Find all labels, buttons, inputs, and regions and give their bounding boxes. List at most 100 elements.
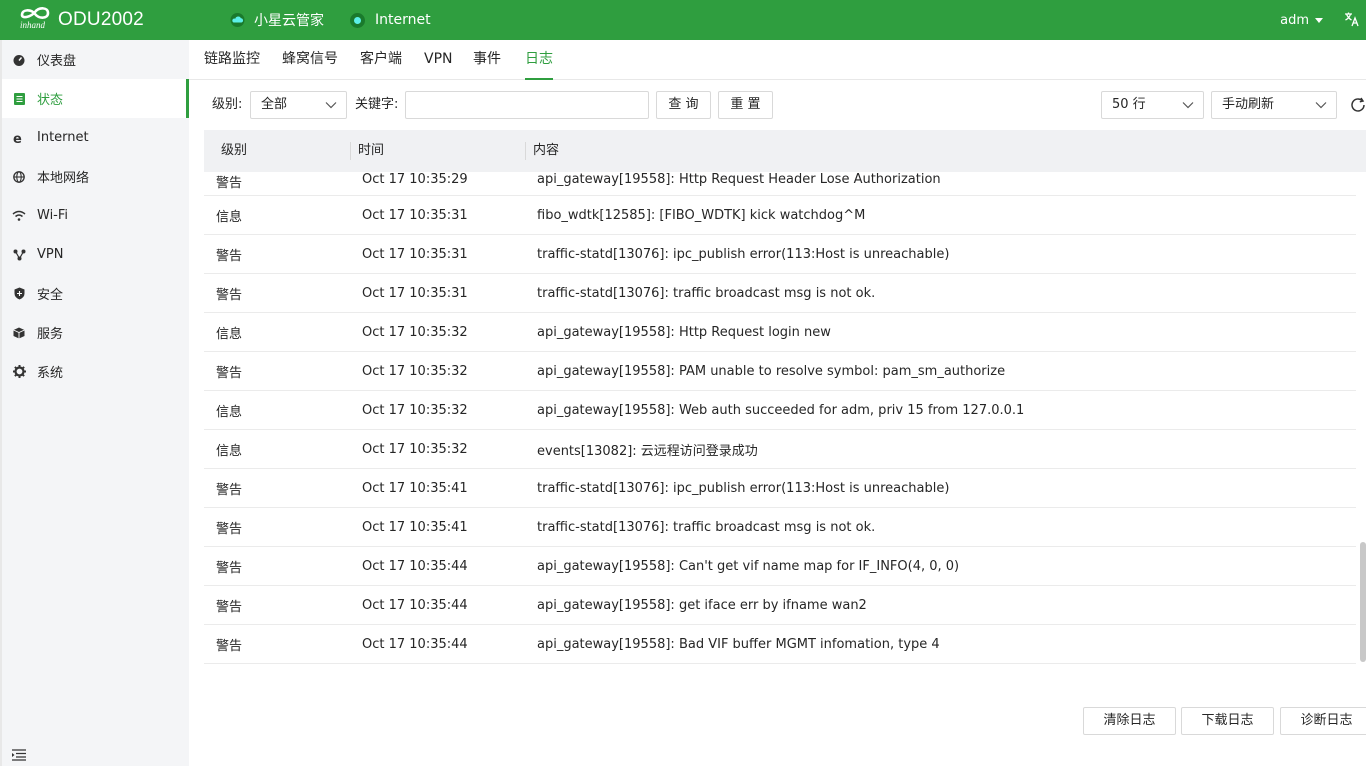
cell-level: 信息 <box>216 326 243 342</box>
diagnose-log-button[interactable]: 诊断日志 <box>1280 707 1366 735</box>
collapse-menu-icon[interactable] <box>12 746 26 761</box>
column-header-time: 时间 <box>358 143 385 158</box>
sidebar: 仪表盘 状态 e Internet 本地网络 Wi-Fi VPN 安全 服务 系… <box>0 40 189 766</box>
cloud-icon <box>230 13 245 27</box>
clear-log-button[interactable]: 清除日志 <box>1083 707 1176 735</box>
table-row: 警告 Oct 17 10:35:31 traffic-statd[13076]: i… <box>204 235 1356 274</box>
tab-cellular-signal[interactable]: 蜂窝信号 <box>282 40 338 80</box>
table-row: 警告 Oct 17 10:35:41 traffic-statd[13076]: t… <box>204 508 1356 547</box>
table-row: 警告 Oct 17 10:35:29 api_gateway[19558]: Htt… <box>204 172 1356 196</box>
cell-content: traffic-statd[13076]: ipc_publish error(… <box>537 246 950 262</box>
sidebar-item-services[interactable]: 服务 <box>2 313 189 352</box>
sidebar-item-vpn[interactable]: VPN <box>2 235 189 274</box>
sidebar-item-label: 仪表盘 <box>37 54 77 69</box>
status-tabs: 链路监控 蜂窝信号 客户端 VPN 事件 日志 <box>189 40 1366 80</box>
cell-level: 信息 <box>216 404 243 420</box>
cell-level: 警告 <box>216 560 243 576</box>
table-row: 信息 Oct 17 10:35:32 api_gateway[19558]: Web… <box>204 391 1356 430</box>
column-divider <box>350 142 351 160</box>
caret-down-icon <box>1315 17 1323 23</box>
tab-vpn[interactable]: VPN <box>424 40 453 80</box>
internet-status-label: Internet <box>375 12 431 28</box>
tab-logs[interactable]: 日志 <box>525 40 553 80</box>
sidebar-item-local-network[interactable]: 本地网络 <box>2 157 189 196</box>
chevron-down-icon <box>325 102 337 109</box>
column-header-content: 内容 <box>533 143 560 158</box>
sidebar-item-dashboard[interactable]: 仪表盘 <box>2 40 189 79</box>
sidebar-item-wifi[interactable]: Wi-Fi <box>2 196 189 235</box>
column-header-level: 级别 <box>221 143 248 158</box>
keyword-input[interactable] <box>405 91 649 119</box>
cell-level: 警告 <box>216 599 243 615</box>
sidebar-item-internet[interactable]: e Internet <box>2 118 189 157</box>
cell-level: 警告 <box>216 176 243 191</box>
table-row: 警告 Oct 17 10:35:41 traffic-statd[13076]: i… <box>204 469 1356 508</box>
shield-icon <box>12 287 26 301</box>
refresh-mode-value: 手动刷新 <box>1222 97 1275 112</box>
sidebar-item-label: 系统 <box>37 366 64 381</box>
tab-link-monitor[interactable]: 链路监控 <box>204 40 260 80</box>
inhand-logo: inhand <box>18 6 54 34</box>
globe-icon <box>12 170 26 184</box>
sidebar-item-system[interactable]: 系统 <box>2 352 189 391</box>
reset-button[interactable]: 重 置 <box>718 91 773 119</box>
internet-status-icon <box>350 12 365 28</box>
sidebar-item-status[interactable]: 状态 <box>2 79 189 118</box>
cell-time: Oct 17 10:35:31 <box>362 285 468 301</box>
table-row: 警告 Oct 17 10:35:44 api_gateway[19558]: get… <box>204 586 1356 625</box>
cell-content: events[13082]: 云远程访问登录成功 <box>537 443 758 459</box>
cloud-manager-label: 小星云管家 <box>254 13 324 29</box>
cell-time: Oct 17 10:35:32 <box>362 402 468 418</box>
cell-level: 警告 <box>216 638 243 654</box>
cell-level: 警告 <box>216 482 243 498</box>
cloud-manager-link[interactable]: 小星云管家 <box>229 0 324 40</box>
top-header: inhand ODU2002 小星云管家 Internet adm <box>0 0 1366 40</box>
rows-per-page-select[interactable]: 50 行 <box>1101 91 1204 119</box>
brand[interactable]: inhand ODU2002 <box>18 4 144 36</box>
sidebar-item-label: 状态 <box>37 93 64 108</box>
sidebar-item-label: 安全 <box>37 288 64 303</box>
cell-content: api_gateway[19558]: Http Request login n… <box>537 324 831 340</box>
cell-time: Oct 17 10:35:44 <box>362 636 468 652</box>
wifi-icon <box>12 209 26 223</box>
status-icon <box>12 92 26 106</box>
table-row: 警告 Oct 17 10:35:44 api_gateway[19558]: Bad… <box>204 625 1356 664</box>
sidebar-item-label: Internet <box>37 130 89 145</box>
tab-clients[interactable]: 客户端 <box>360 40 402 80</box>
table-scrollbar[interactable] <box>1360 542 1366 662</box>
sidebar-item-label: VPN <box>37 247 64 262</box>
cell-level: 警告 <box>216 248 243 264</box>
tab-events[interactable]: 事件 <box>473 40 501 80</box>
cell-time: Oct 17 10:35:31 <box>362 246 468 262</box>
rows-per-page-value: 50 行 <box>1112 97 1146 112</box>
refresh-icon[interactable] <box>1350 97 1366 113</box>
user-menu[interactable]: adm <box>1280 0 1323 40</box>
table-row: 警告 Oct 17 10:35:31 traffic-statd[13076]: t… <box>204 274 1356 313</box>
level-select-value: 全部 <box>261 97 288 112</box>
cell-time: Oct 17 10:35:41 <box>362 519 468 535</box>
cell-content: fibo_wdtk[12585]: [FIBO_WDTK] kick watch… <box>537 207 866 223</box>
table-row: 信息 Oct 17 10:35:32 events[13082]: 云远程访问登录成… <box>204 430 1356 469</box>
chevron-down-icon <box>1182 102 1194 109</box>
language-icon[interactable] <box>1344 11 1360 27</box>
cell-time: Oct 17 10:35:32 <box>362 363 468 379</box>
column-divider <box>525 142 526 160</box>
cell-time: Oct 17 10:35:32 <box>362 441 468 457</box>
download-log-button[interactable]: 下载日志 <box>1181 707 1274 735</box>
query-button[interactable]: 查 询 <box>656 91 711 119</box>
cube-icon <box>12 326 26 340</box>
cell-level: 警告 <box>216 521 243 537</box>
keyword-label: 关键字: <box>355 97 399 112</box>
level-select[interactable]: 全部 <box>250 91 347 119</box>
refresh-mode-select[interactable]: 手动刷新 <box>1211 91 1337 119</box>
table-row: 信息 Oct 17 10:35:32 api_gateway[19558]: Htt… <box>204 313 1356 352</box>
internet-status[interactable]: Internet <box>350 0 431 40</box>
cell-time: Oct 17 10:35:41 <box>362 480 468 496</box>
internet-icon: e <box>12 131 26 145</box>
table-row: 信息 Oct 17 10:35:31 fibo_wdtk[12585]: [FIBO… <box>204 196 1356 235</box>
gear-icon <box>12 365 26 379</box>
sidebar-item-security[interactable]: 安全 <box>2 274 189 313</box>
cell-content: api_gateway[19558]: PAM unable to resolv… <box>537 363 1006 379</box>
cell-time: Oct 17 10:35:29 <box>362 172 468 187</box>
sidebar-item-label: Wi-Fi <box>37 208 69 223</box>
